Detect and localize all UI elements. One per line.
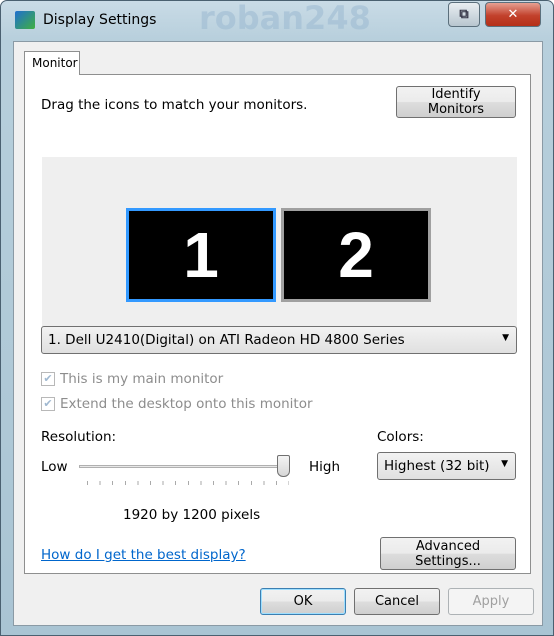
window-title: Display Settings: [43, 12, 157, 28]
checkmark-icon: ✔: [41, 397, 55, 411]
extend-desktop-label: Extend the desktop onto this monitor: [60, 396, 313, 412]
main-monitor-label: This is my main monitor: [60, 371, 224, 387]
tab-monitor[interactable]: Monitor: [24, 51, 80, 75]
resolution-value: 1920 by 1200 pixels: [123, 507, 261, 523]
monitor-2-icon[interactable]: 2: [281, 208, 431, 302]
advanced-settings-button[interactable]: Advanced Settings...: [380, 537, 516, 570]
resolution-slider-thumb[interactable]: [277, 455, 290, 477]
resolution-slider-track[interactable]: [79, 465, 289, 468]
resolution-label: Resolution:: [41, 429, 117, 445]
chevron-down-icon: ▼: [501, 459, 508, 469]
colors-label: Colors:: [377, 429, 424, 445]
monitor-1-icon[interactable]: 1: [126, 208, 276, 302]
monitor-select-value: 1. Dell U2410(Digital) on ATI Radeon HD …: [48, 332, 405, 348]
apply-button[interactable]: Apply: [448, 588, 534, 615]
monitor-select[interactable]: 1. Dell U2410(Digital) on ATI Radeon HD …: [41, 326, 517, 354]
close-button[interactable]: ✕: [485, 2, 541, 27]
cancel-button[interactable]: Cancel: [354, 588, 440, 615]
colors-select-value: Highest (32 bit): [384, 458, 490, 474]
monitor-arrangement-area: 1 2: [42, 157, 517, 345]
chevron-down-icon: ▼: [502, 333, 509, 343]
colors-select[interactable]: Highest (32 bit) ▼: [377, 452, 516, 480]
display-settings-window: roban248 Display Settings ⧉ ✕ Monitor Dr…: [0, 0, 554, 636]
dialog-client: Monitor Drag the icons to match your mon…: [13, 41, 543, 626]
drag-instruction: Drag the icons to match your monitors.: [41, 97, 308, 113]
best-display-help-link[interactable]: How do I get the best display?: [41, 547, 246, 563]
restore-icon: ⧉: [459, 7, 469, 22]
extend-desktop-checkbox[interactable]: ✔ Extend the desktop onto this monitor: [41, 396, 313, 412]
ok-button[interactable]: OK: [260, 588, 346, 615]
close-icon: ✕: [507, 7, 519, 22]
watermark: roban248: [199, 0, 371, 37]
restore-button[interactable]: ⧉: [448, 2, 480, 27]
checkmark-icon: ✔: [41, 372, 55, 386]
monitor-panel: Drag the icons to match your monitors. I…: [24, 74, 531, 574]
main-monitor-checkbox[interactable]: ✔ This is my main monitor: [41, 371, 223, 387]
identify-monitors-button[interactable]: Identify Monitors: [396, 86, 516, 118]
display-settings-icon: [15, 11, 35, 29]
resolution-high-label: High: [309, 459, 341, 475]
slider-ticks: [87, 481, 289, 485]
resolution-low-label: Low: [41, 459, 68, 475]
